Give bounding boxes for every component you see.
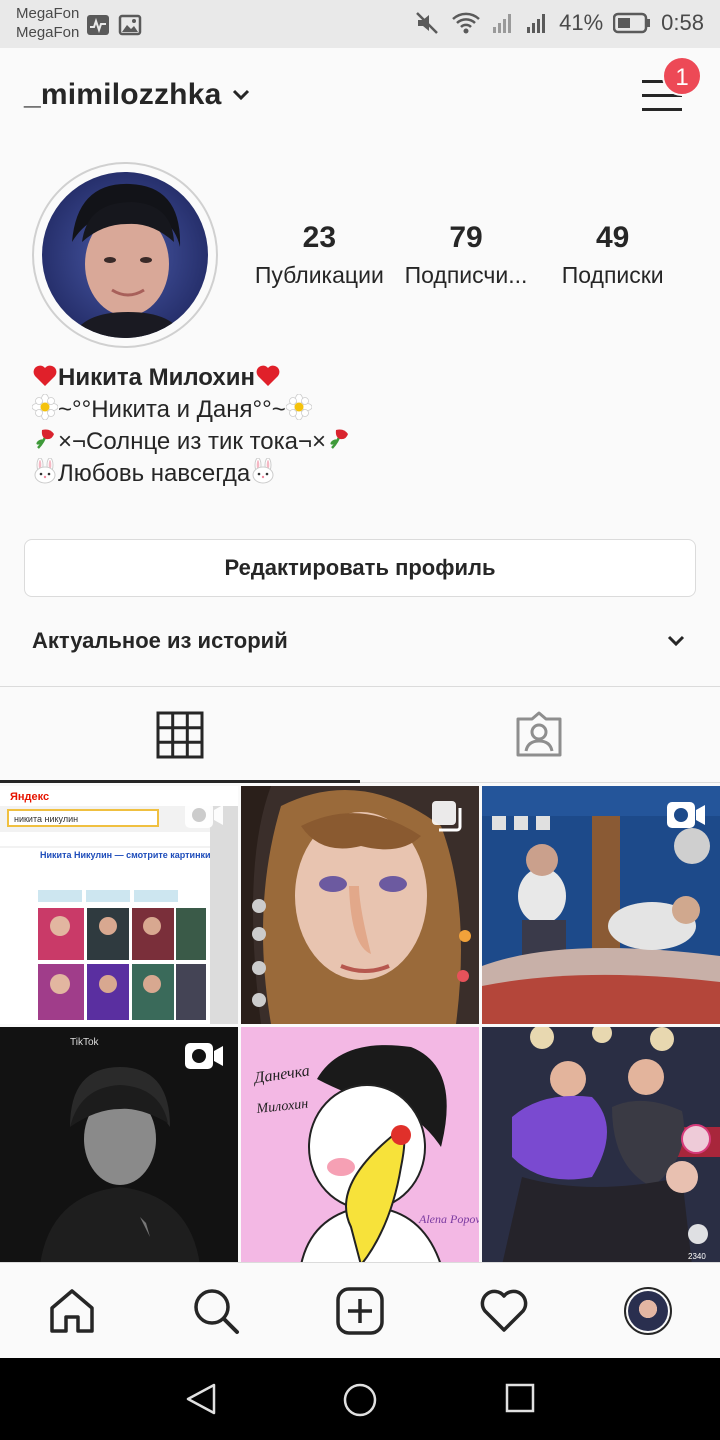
edit-profile-button[interactable]: Редактировать профиль: [24, 539, 696, 597]
username-switcher[interactable]: _mimilozzhka: [24, 78, 221, 112]
bottom-navigation: [0, 1262, 720, 1358]
tab-active-indicator: [0, 780, 360, 783]
stat-following-count: 49: [595, 221, 630, 254]
home-circle-icon[interactable]: [342, 1382, 378, 1418]
home-icon: [50, 1289, 94, 1333]
battery-percent: 41%: [559, 10, 604, 35]
post-thumbnail[interactable]: Данечка Милохин Alena Popova: [241, 1027, 479, 1265]
nav-profile[interactable]: [622, 1285, 674, 1337]
post-thumbnail[interactable]: [482, 786, 720, 1024]
clock: 0:58: [661, 10, 704, 35]
video-icon: [667, 802, 705, 828]
yandex-result-title: Никита Никулин — смотрите картинки: [40, 850, 211, 860]
mute-icon: [416, 12, 439, 34]
heart-emoji-icon: [256, 365, 280, 386]
stat-following-label: Подписки: [561, 262, 664, 288]
profile-avatar[interactable]: [32, 162, 218, 348]
grid-icon: [156, 711, 204, 759]
add-post-icon: [336, 1287, 384, 1335]
tiktok-watermark: TikTok: [70, 1037, 100, 1048]
status-notification-icons: [86, 14, 142, 36]
profile-tabs: [0, 687, 720, 783]
chevron-down-icon[interactable]: [666, 634, 686, 648]
bio-line-4: Любовь навсегда: [32, 458, 352, 490]
profile-stats: 23 Публикации 79 Подписчи... 49 Подписки: [246, 218, 686, 292]
rabbit-emoji-icon: [34, 458, 56, 484]
post-thumbnail[interactable]: 2340: [482, 1027, 720, 1265]
daisy-emoji-icon: [285, 394, 312, 420]
bio-line-2: ~°°Никита и Даня°°~: [32, 394, 352, 426]
stat-followers-label: Подписчи...: [404, 262, 528, 288]
yandex-search-query: никита никулин: [14, 814, 78, 824]
tagged-icon: [516, 711, 562, 757]
carrier-label: MegaFon: [16, 5, 80, 22]
signal-icon: [527, 14, 546, 33]
system-navigation-bar: [0, 1358, 720, 1440]
carrier-label: MegaFon: [16, 24, 80, 41]
activity-icon: [87, 15, 109, 35]
nav-create[interactable]: [334, 1285, 386, 1337]
artist-signature: Alena Popova: [418, 1212, 479, 1226]
profile-bio: Никита Милохин ~°°Никита и Даня°°~ ×¬Сол…: [32, 362, 352, 490]
notification-badge: 1: [662, 56, 702, 96]
status-right: 41% 0:58: [415, 10, 704, 36]
profile-avatar: [624, 1287, 672, 1335]
recents-icon[interactable]: [504, 1382, 536, 1414]
search-icon: [194, 1289, 239, 1334]
stat-posts-count: 23: [302, 221, 337, 254]
signal-icon: [493, 14, 512, 33]
rabbit-emoji-icon: [252, 458, 274, 484]
heart-icon: [480, 1289, 528, 1332]
status-bar: MegaFon MegaFon 41% 0:58: [0, 0, 720, 48]
video-icon: [185, 802, 223, 828]
multiple-posts-icon: [432, 801, 462, 832]
posts-grid: Яндекс никита никулин Никита Никулин — с…: [0, 786, 720, 1265]
yandex-logo: Яндекс: [10, 791, 49, 803]
nav-search[interactable]: [190, 1285, 242, 1337]
stat-posts-label: Публикации: [254, 262, 384, 288]
stat-followers[interactable]: 79 Подписчи...: [393, 218, 540, 292]
tab-tagged[interactable]: [360, 687, 720, 783]
back-icon[interactable]: [184, 1382, 218, 1416]
stat-following[interactable]: 49 Подписки: [539, 218, 686, 292]
post-thumbnail[interactable]: TikTok: [0, 1027, 238, 1265]
battery-icon: [613, 12, 651, 34]
profile-header: _mimilozzhka 1: [0, 48, 720, 148]
nav-home[interactable]: [46, 1285, 98, 1337]
stat-posts[interactable]: 23 Публикации: [246, 218, 393, 292]
avatar-photo: [42, 172, 208, 338]
wifi-icon: [452, 12, 480, 34]
daisy-emoji-icon: [32, 394, 58, 420]
tab-grid[interactable]: [0, 687, 360, 783]
video-icon: [185, 1043, 223, 1069]
heart-emoji-icon: [33, 365, 57, 386]
post-thumbnail[interactable]: Яндекс никита никулин Никита Никулин — с…: [0, 786, 238, 1024]
story-highlights-label[interactable]: Актуальное из историй: [32, 628, 288, 654]
stat-followers-count: 79: [449, 221, 483, 254]
divider: [360, 782, 720, 783]
post-thumbnail[interactable]: [241, 786, 479, 1024]
bio-line-3: ×¬Солнце из тик тока¬×: [32, 426, 352, 458]
wilted-rose-emoji-icon: [36, 429, 54, 449]
nav-activity[interactable]: [478, 1285, 530, 1337]
chevron-down-icon[interactable]: [232, 88, 250, 102]
carrier-labels: MegaFon MegaFon: [16, 4, 79, 42]
wilted-rose-emoji-icon: [330, 429, 349, 449]
image-icon: [118, 14, 142, 36]
view-count: 2340: [688, 1252, 706, 1261]
bio-line-name: Никита Милохин: [32, 362, 352, 394]
